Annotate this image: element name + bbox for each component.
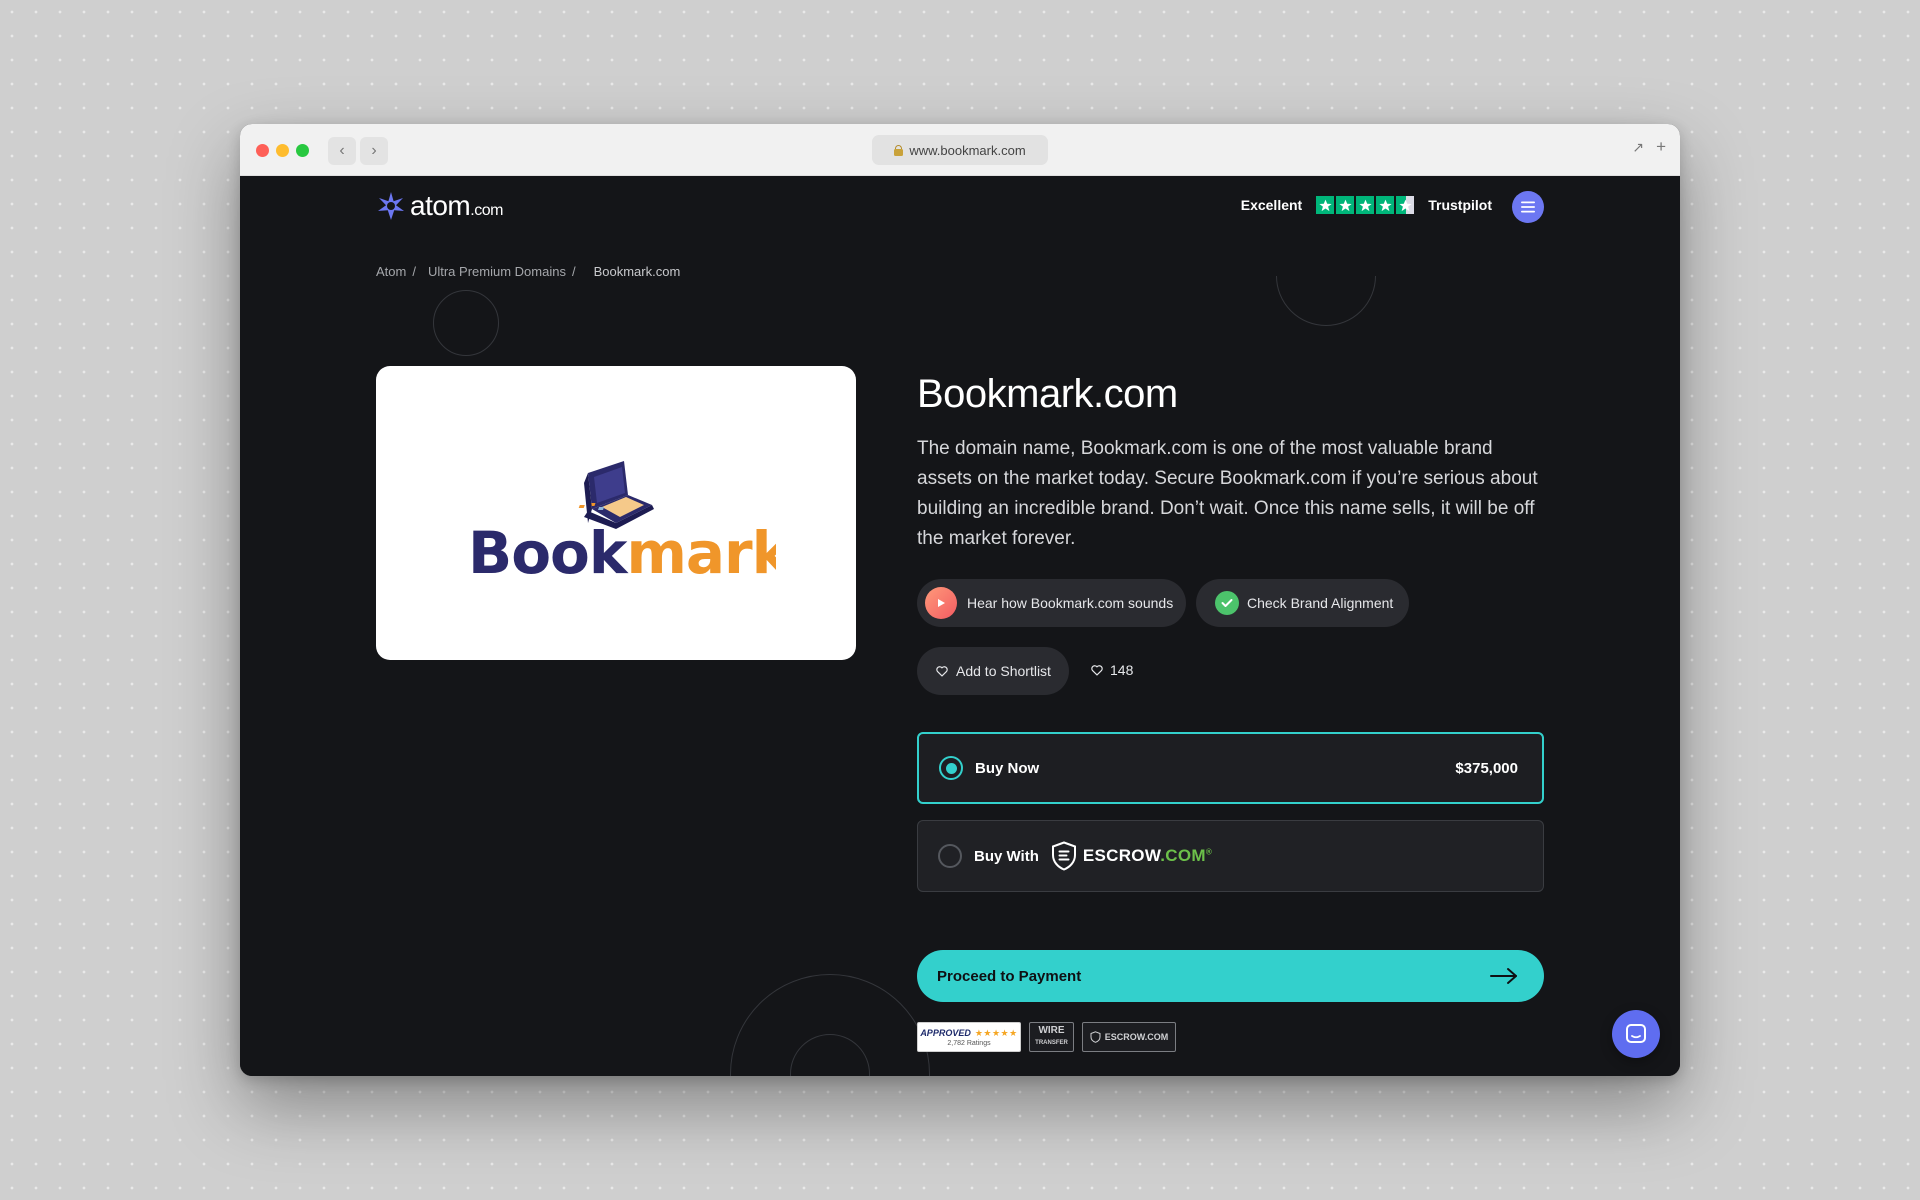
page-content: atom.com Excellent Trustpilot Atom / Ult… [240, 176, 1680, 1076]
wire-transfer-label: TRANSFER [1035, 1040, 1068, 1046]
decorative-half-circle [1276, 276, 1376, 326]
star-icon [1336, 196, 1355, 214]
approved-stars: ★★★★★ [974, 1027, 1018, 1038]
trustpilot-widget[interactable]: Excellent Trustpilot [1241, 196, 1492, 214]
buy-now-option[interactable]: Buy Now $375,000 [917, 732, 1544, 804]
lock-icon [894, 144, 904, 156]
browser-window: ‹ › www.bookmark.com ↗ + atom.com Excell… [240, 124, 1680, 1076]
star-icon [1376, 196, 1395, 214]
buy-now-price: $375,000 [1455, 759, 1518, 777]
new-tab-icon[interactable]: + [1656, 137, 1666, 157]
likes-counter[interactable]: 148 [1090, 662, 1133, 678]
check-brand-alignment-label: Check Brand Alignment [1247, 595, 1394, 611]
heart-icon [936, 666, 948, 677]
buy-with-escrow-radio[interactable] [938, 844, 962, 868]
menu-button[interactable] [1512, 191, 1544, 223]
buy-now-radio[interactable] [939, 756, 963, 780]
likes-count: 148 [1110, 662, 1134, 678]
check-brand-alignment-button[interactable]: Check Brand Alignment [1196, 579, 1409, 627]
breadcrumb-item-ultra-premium[interactable]: Ultra Premium Domains [428, 264, 566, 279]
wire-transfer-badge: WIRE TRANSFER [1029, 1022, 1074, 1052]
decorative-circle-large [730, 974, 930, 1076]
address-bar-url: www.bookmark.com [909, 142, 1026, 158]
play-icon [925, 587, 957, 619]
hamburger-menu-icon [1521, 201, 1535, 213]
page-title: Bookmark.com [917, 372, 1178, 416]
proceed-to-payment-label: Proceed to Payment [937, 967, 1082, 985]
heart-icon [1091, 665, 1103, 676]
back-button[interactable]: ‹ [328, 137, 356, 165]
chat-bubble-icon [1626, 1024, 1646, 1043]
close-window-button[interactable] [256, 144, 269, 157]
buy-with-escrow-option[interactable]: Buy With ESCROW.COM® [917, 820, 1544, 892]
approved-ratings-badge: APPROVED ★★★★★ 2,782 Ratings [917, 1022, 1021, 1052]
domain-description: The domain name, Bookmark.com is one of … [917, 438, 1538, 549]
breadcrumb-separator: / [412, 264, 416, 279]
wire-label: WIRE [1038, 1025, 1065, 1036]
half-star-icon [1396, 196, 1415, 214]
approved-label: APPROVED [920, 1028, 971, 1038]
bookmark-logo-text: Bookmark [468, 519, 776, 587]
atom-star-icon [378, 192, 404, 220]
approved-ratings-count: 2,782 Ratings [947, 1039, 991, 1047]
breadcrumb-item-atom[interactable]: Atom [376, 264, 406, 279]
logo-text: atom.com [410, 190, 503, 221]
buy-with-label: Buy With [974, 847, 1039, 865]
escrow-registered-mark: ® [1205, 847, 1213, 857]
arrow-right-icon [1490, 968, 1517, 984]
payment-badges: APPROVED ★★★★★ 2,782 Ratings WIRE TRANSF… [917, 1022, 1176, 1052]
expand-icon[interactable]: ↗ [1632, 139, 1644, 156]
trustpilot-brand: Trustpilot [1428, 197, 1492, 213]
add-to-shortlist-label: Add to Shortlist [956, 663, 1051, 679]
escrow-brand-suffix: .COM [1160, 846, 1206, 865]
maximize-window-button[interactable] [296, 144, 309, 157]
domain-logo-card: Bookmark [376, 366, 856, 660]
breadcrumb: Atom / Ultra Premium Domains / Bookmark.… [376, 264, 680, 279]
escrow-badge-label: ESCROW.COM [1104, 1032, 1169, 1042]
escrow-badge: ESCROW.COM [1082, 1022, 1176, 1052]
forward-button[interactable]: › [360, 137, 388, 165]
trustpilot-rating-label: Excellent [1240, 197, 1303, 213]
escrow-brand-name: ESCROW [1082, 846, 1161, 865]
atom-logo[interactable]: atom.com [376, 190, 503, 222]
breadcrumb-item-current: Bookmark.com [593, 264, 681, 279]
star-icon [1316, 196, 1335, 214]
hear-pronunciation-button[interactable]: Hear how Bookmark.com sounds [917, 579, 1186, 627]
minimize-window-button[interactable] [276, 144, 289, 157]
add-to-shortlist-button[interactable]: Add to Shortlist [917, 647, 1069, 695]
breadcrumb-separator: / [571, 264, 576, 279]
browser-titlebar: ‹ › www.bookmark.com ↗ + [240, 124, 1680, 176]
chat-button[interactable] [1612, 1010, 1660, 1058]
star-icon [1356, 196, 1375, 214]
decorative-circle-small [790, 1034, 870, 1076]
buy-now-label: Buy Now [975, 759, 1040, 777]
bookmark-logo: Bookmark [468, 461, 776, 587]
decorative-circle [433, 290, 499, 356]
escrow-shield-icon [1051, 841, 1076, 871]
escrow-brand: ESCROW.COM® [1051, 841, 1212, 871]
proceed-to-payment-button[interactable]: Proceed to Payment [917, 950, 1544, 1002]
check-circle-icon [1215, 591, 1239, 615]
escrow-shield-icon [1090, 1031, 1101, 1043]
address-bar[interactable]: www.bookmark.com [872, 135, 1048, 165]
trustpilot-stars [1316, 196, 1415, 214]
hear-pronunciation-label: Hear how Bookmark.com sounds [967, 595, 1174, 611]
